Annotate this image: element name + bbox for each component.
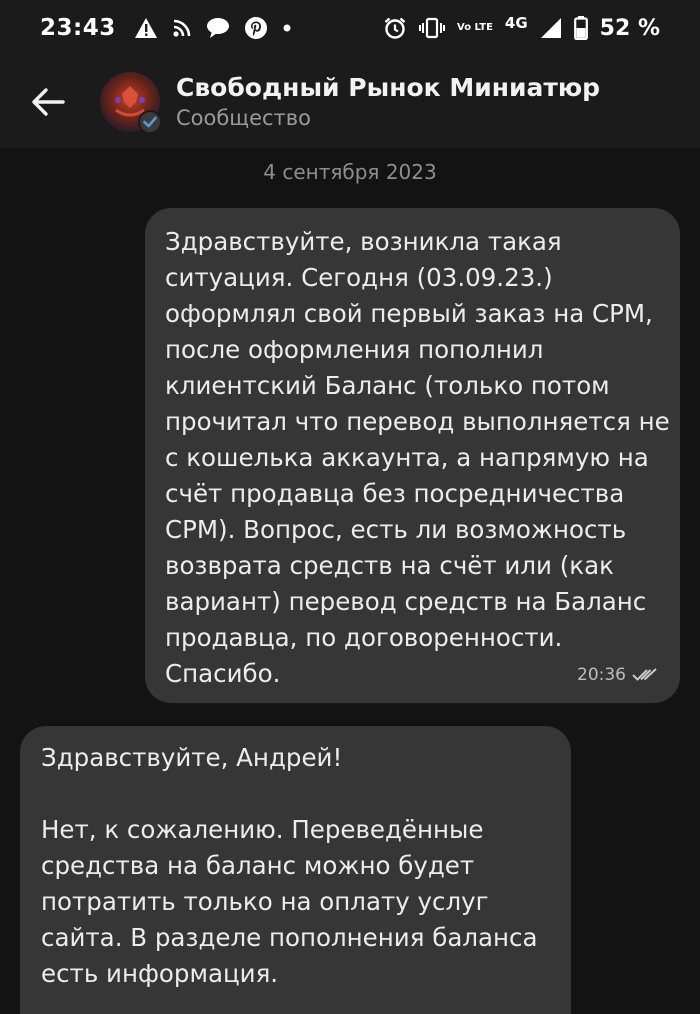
chat-info[interactable]: Свободный Рынок Миниатюр Сообщество (176, 72, 600, 132)
message-line: прочитал что перевод выполняется не (165, 407, 670, 436)
rss-icon (172, 18, 192, 38)
notification-icons (134, 16, 292, 40)
battery-percent: 52 % (599, 15, 660, 41)
avatar[interactable] (100, 72, 162, 134)
chat-bubble-icon (206, 17, 230, 39)
pinterest-icon (244, 16, 268, 40)
chat-subtitle: Сообщество (176, 106, 312, 130)
verified-badge (138, 110, 162, 134)
network-type: 4G (504, 14, 528, 32)
alarm-icon (383, 16, 407, 40)
warning-icon (134, 17, 158, 39)
message-line: средства на баланс можно будет (41, 851, 475, 880)
dot-icon (282, 23, 292, 33)
chat-header: Свободный Рынок Миниатюр Сообщество (0, 56, 700, 148)
checkmark-icon (143, 116, 157, 128)
message-line: клиентский Баланс (только потом (165, 371, 610, 400)
status-bar: 23:43 Vo LTE 4G 52 % (0, 0, 700, 56)
message-line: после оформления пополнил (165, 335, 544, 364)
message-line: Здравствуйте, возникла такая (165, 227, 562, 256)
system-icons: Vo LTE 4G 52 % (383, 14, 660, 41)
vibrate-icon (419, 17, 445, 39)
chat-title: Свободный Рынок Миниатюр (176, 73, 601, 102)
message-line: есть информация. (41, 959, 279, 988)
volte-icon: Vo LTE (457, 22, 493, 33)
incoming-message[interactable]: Здравствуйте, Андрей! Нет, к сожалению. … (20, 726, 571, 1014)
message-line: СРМ). Вопрос, есть ли возможность (165, 515, 627, 544)
double-check-icon (632, 668, 657, 681)
message-line: вариант) перевод средств на Баланс (165, 587, 647, 616)
message-meta: 20:36 (577, 657, 658, 693)
message-line: счёт продавца без посредничества (165, 479, 625, 508)
message-line: Нет, к сожалению. Переведённые (41, 815, 484, 844)
message-line: возврата средств на счёт или (как (165, 551, 614, 580)
message-line: продавца, по договоренности. (165, 623, 563, 652)
message-line: Здравствуйте, Андрей! (41, 743, 343, 772)
status-time: 23:43 (40, 15, 116, 41)
message-time: 20:36 (577, 665, 626, 685)
message-line: оформлял свой первый заказ на СРМ, (165, 299, 653, 328)
back-button[interactable] (22, 76, 74, 128)
date-separator: 4 сентября 2023 (263, 160, 437, 184)
message-line: потратить только на оплату услуг (41, 887, 489, 916)
outgoing-message[interactable]: Здравствуйте, возникла такая ситуация. С… (145, 208, 680, 703)
message-line: с кошелька аккаунта, а напрямую на (165, 443, 649, 472)
message-line: ситуация. Сегодня (03.09.23.) (165, 263, 553, 292)
message-line: сайта. В разделе пополнения баланса (41, 923, 538, 952)
signal-icon (540, 17, 562, 39)
arrow-left-icon (32, 88, 65, 116)
battery-icon (573, 16, 588, 40)
